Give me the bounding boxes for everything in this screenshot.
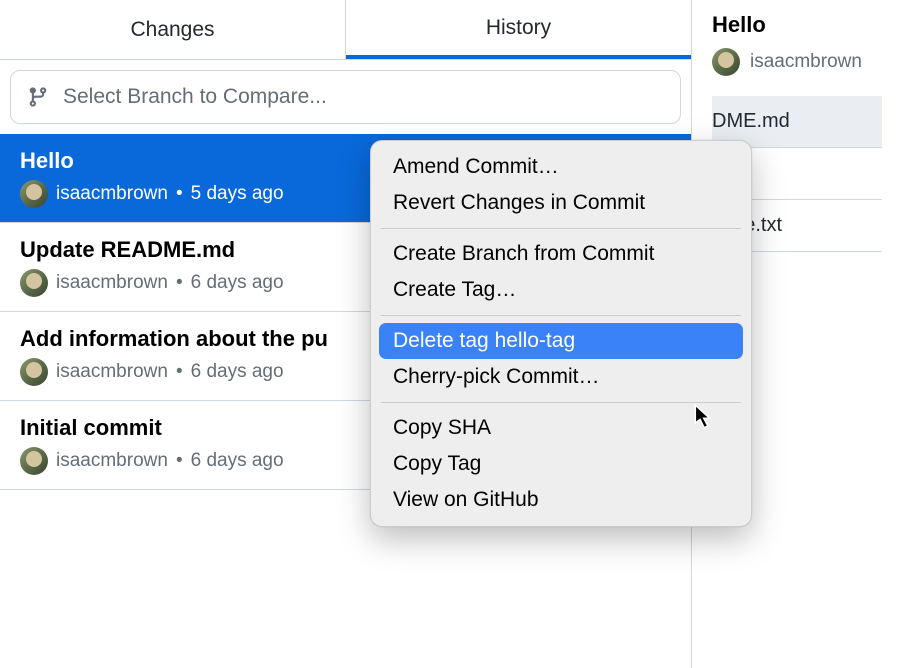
menu-copy-sha[interactable]: Copy SHA xyxy=(379,410,743,446)
menu-copy-tag[interactable]: Copy Tag xyxy=(379,446,743,482)
avatar xyxy=(20,358,48,386)
avatar xyxy=(20,269,48,297)
menu-amend-commit[interactable]: Amend Commit… xyxy=(379,149,743,185)
tab-changes[interactable]: Changes xyxy=(0,0,346,59)
branch-compare-selector[interactable]: Select Branch to Compare... xyxy=(10,70,681,124)
avatar xyxy=(712,48,740,76)
commit-author: isaacmbrown xyxy=(56,183,168,205)
avatar xyxy=(20,180,48,208)
menu-create-branch[interactable]: Create Branch from Commit xyxy=(379,236,743,272)
commit-time: 6 days ago xyxy=(191,361,284,383)
commit-time: 6 days ago xyxy=(191,272,284,294)
commit-author: isaacmbrown xyxy=(56,450,168,472)
avatar xyxy=(20,447,48,475)
menu-cherry-pick[interactable]: Cherry-pick Commit… xyxy=(379,359,743,395)
commit-detail-title: Hello xyxy=(712,12,882,38)
menu-revert-changes[interactable]: Revert Changes in Commit xyxy=(379,185,743,221)
commit-detail-author: isaacmbrown xyxy=(750,51,862,73)
menu-create-tag[interactable]: Create Tag… xyxy=(379,272,743,308)
tabs: Changes History xyxy=(0,0,691,60)
commit-time: 5 days ago xyxy=(191,183,284,205)
menu-separator xyxy=(381,315,741,316)
menu-separator xyxy=(381,228,741,229)
branch-compare-placeholder: Select Branch to Compare... xyxy=(63,85,327,109)
menu-view-github[interactable]: View on GitHub xyxy=(379,482,743,518)
tab-history[interactable]: History xyxy=(346,0,691,59)
commit-detail-meta: isaacmbrown xyxy=(712,48,882,76)
git-branch-icon xyxy=(27,86,49,108)
commit-author: isaacmbrown xyxy=(56,272,168,294)
commit-time: 6 days ago xyxy=(191,450,284,472)
commit-context-menu: Amend Commit… Revert Changes in Commit C… xyxy=(370,140,752,527)
menu-delete-tag[interactable]: Delete tag hello-tag xyxy=(379,323,743,359)
commit-author: isaacmbrown xyxy=(56,361,168,383)
menu-separator xyxy=(381,402,741,403)
